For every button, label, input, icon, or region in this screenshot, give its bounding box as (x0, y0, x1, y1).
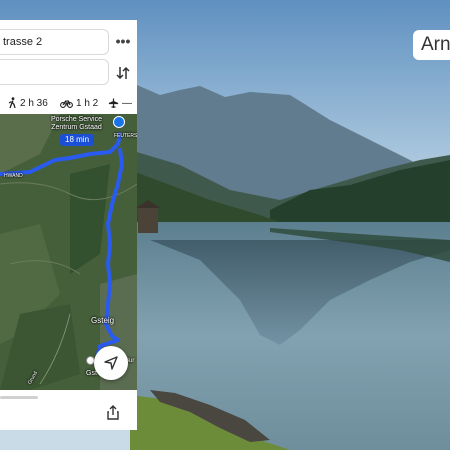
destination-field[interactable]: trasse 2 (0, 29, 109, 55)
place-label: Arn (413, 30, 450, 60)
mode-walk[interactable]: 2 h 36 (8, 96, 48, 110)
mode-walk-time: 2 h 36 (20, 97, 48, 109)
locate-me-button[interactable] (94, 346, 128, 380)
flight-icon (108, 98, 119, 108)
place-label-hwand: HWAND (4, 173, 23, 179)
travel-mode-bar: 2 h 36 1 h 2 — (0, 92, 137, 114)
more-options-button[interactable]: ••• (114, 34, 132, 50)
share-button[interactable] (104, 404, 122, 422)
swap-directions-button[interactable] (114, 64, 132, 82)
mode-bike[interactable]: 1 h 2 (60, 96, 98, 110)
poi-porsche-service: Porsche Service Zentrum Gstaad (51, 116, 102, 131)
place-label-feutersoey: FEUTERSOEY (114, 133, 137, 139)
directions-panel: trasse 2 ••• 2 h 36 1 h 2 — Porsche Serv… (0, 20, 137, 430)
bike-icon (60, 100, 73, 108)
share-icon (107, 405, 119, 420)
bottom-sheet (0, 390, 137, 430)
mode-bike-time: 1 h 2 (76, 97, 99, 109)
sheet-handle[interactable] (0, 396, 38, 399)
mode-flight[interactable]: — (108, 96, 132, 110)
mode-flight-time: — (122, 97, 132, 109)
navigation-arrow-icon (104, 356, 118, 370)
poi-marker-icon[interactable] (113, 116, 125, 128)
walk-icon (8, 97, 16, 109)
swap-icon (116, 66, 130, 80)
origin-field[interactable] (0, 59, 109, 85)
route-time-badge[interactable]: 18 min (60, 134, 95, 146)
place-label-gsteig: Gsteig (91, 316, 115, 325)
